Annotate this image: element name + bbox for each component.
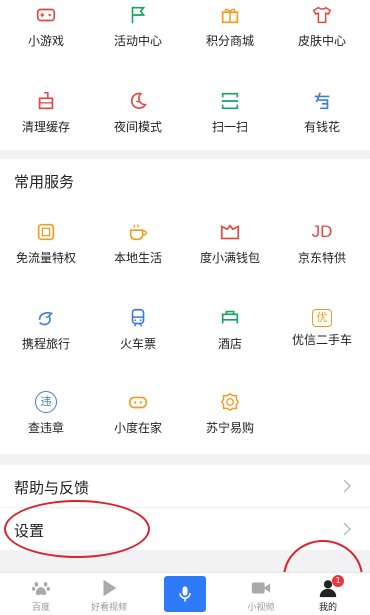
grid-item-skin-center[interactable]: 皮肤中心 bbox=[276, 4, 368, 48]
wallet-icon bbox=[220, 224, 240, 240]
service-check-violation[interactable]: 违 查违章 bbox=[0, 391, 92, 435]
grid-label: 清理缓存 bbox=[21, 120, 70, 134]
services-row-3: 违 查违章 小度在家 苏宁易购 bbox=[0, 391, 370, 461]
grid-label: 皮肤中心 bbox=[297, 34, 346, 48]
help-feedback-label: 帮助与反馈 bbox=[14, 479, 90, 497]
violation-icon: 违 bbox=[35, 391, 57, 413]
service-youxin-used-car[interactable]: 优 优信二手车 bbox=[276, 307, 368, 347]
data-card-icon bbox=[37, 223, 55, 241]
car-icon: 优 bbox=[312, 309, 332, 327]
broom-icon bbox=[38, 92, 54, 110]
grid-label: 小游戏 bbox=[27, 34, 64, 48]
service-suning[interactable]: 苏宁易购 bbox=[184, 391, 276, 435]
service-train-ticket[interactable]: 火车票 bbox=[92, 307, 184, 351]
chevron-right-icon bbox=[343, 522, 352, 536]
grid-row-2: 清理缓存 夜间模式 扫一扫 有钱花 bbox=[0, 90, 370, 160]
tab-baidu[interactable]: 百度 bbox=[4, 573, 78, 615]
service-label: 小度在家 bbox=[113, 421, 162, 435]
coffee-icon bbox=[129, 224, 147, 241]
tab-haokan-video[interactable]: 好看视频 bbox=[72, 573, 146, 615]
tab-label: 我的 bbox=[318, 603, 337, 613]
grid-label: 扫一扫 bbox=[211, 120, 248, 134]
service-ctrip[interactable]: 携程旅行 bbox=[0, 307, 92, 351]
tshirt-icon bbox=[312, 6, 332, 24]
services-row-2: 携程旅行 火车票 酒店 优 优信二手车 bbox=[0, 307, 370, 377]
tab-small-video[interactable]: 小视频 bbox=[224, 573, 298, 615]
tab-label: 百度 bbox=[31, 603, 50, 613]
grid-row-1: 小游戏 活动中心 积分商城 皮肤中心 bbox=[0, 4, 370, 74]
grid-item-activity-center[interactable]: 活动中心 bbox=[92, 4, 184, 48]
grid-item-points-mall[interactable]: 积分商城 bbox=[184, 4, 276, 48]
dolphin-icon bbox=[38, 312, 54, 326]
service-label: 本地生活 bbox=[113, 251, 162, 265]
section-title: 常用服务 bbox=[14, 173, 75, 191]
chevron-right-icon bbox=[343, 479, 352, 493]
service-xiaodu-home[interactable]: 小度在家 bbox=[92, 391, 184, 435]
service-label: 度小满钱包 bbox=[199, 251, 260, 265]
grid-label: 活动中心 bbox=[113, 34, 162, 48]
voice-search-button[interactable] bbox=[164, 576, 206, 612]
service-jd-special[interactable]: JD 京东特供 bbox=[276, 221, 368, 265]
video-camera-icon bbox=[251, 582, 271, 594]
gift-icon bbox=[221, 8, 239, 24]
service-duxiaoman-wallet[interactable]: 度小满钱包 bbox=[184, 221, 276, 265]
service-label: 火车票 bbox=[119, 337, 156, 351]
robot-icon bbox=[128, 396, 148, 409]
top-grid-panel: 小游戏 活动中心 积分商城 皮肤中心 清理缓存 夜间模式 扫一扫 有钱花 bbox=[0, 0, 370, 150]
service-free-data[interactable]: 免流量特权 bbox=[0, 221, 92, 265]
service-local-life[interactable]: 本地生活 bbox=[92, 221, 184, 265]
moon-icon bbox=[130, 92, 147, 109]
notification-badge: 1 bbox=[332, 575, 344, 587]
grid-item-youqianhua[interactable]: 有钱花 bbox=[276, 90, 368, 134]
scan-icon bbox=[221, 92, 239, 110]
play-icon bbox=[103, 579, 117, 597]
train-icon bbox=[131, 308, 145, 327]
service-label: 苏宁易购 bbox=[205, 421, 254, 435]
services-row-1: 免流量特权 本地生活 度小满钱包 JD 京东特供 bbox=[0, 221, 370, 291]
settings-label: 设置 bbox=[14, 522, 45, 540]
service-label: 优信二手车 bbox=[291, 333, 352, 347]
tab-mine[interactable]: 我的 bbox=[291, 573, 365, 615]
bed-icon bbox=[221, 310, 239, 324]
jd-icon: JD bbox=[311, 222, 333, 241]
service-label: 免流量特权 bbox=[15, 251, 76, 265]
service-label: 查违章 bbox=[27, 421, 64, 435]
service-hotel[interactable]: 酒店 bbox=[184, 307, 276, 351]
service-label: 京东特供 bbox=[297, 251, 346, 265]
tab-label: 小视频 bbox=[247, 603, 275, 613]
tab-label: 好看视频 bbox=[90, 603, 127, 613]
grid-item-scan[interactable]: 扫一扫 bbox=[184, 90, 276, 134]
service-label: 酒店 bbox=[217, 337, 242, 351]
money-icon bbox=[314, 92, 330, 110]
grid-item-mini-games[interactable]: 小游戏 bbox=[0, 4, 92, 48]
grid-label: 夜间模式 bbox=[113, 120, 162, 134]
grid-label: 有钱花 bbox=[303, 120, 340, 134]
gamepad-icon bbox=[36, 8, 56, 22]
grid-label: 积分商城 bbox=[205, 34, 254, 48]
help-feedback-row[interactable]: 帮助与反馈 bbox=[0, 465, 370, 507]
paw-icon bbox=[32, 581, 50, 596]
grid-item-clear-cache[interactable]: 清理缓存 bbox=[0, 90, 92, 134]
flag-icon bbox=[131, 6, 146, 24]
microphone-icon bbox=[179, 586, 191, 602]
lion-icon bbox=[220, 392, 240, 412]
settings-row[interactable]: 设置 bbox=[0, 508, 370, 550]
services-panel: 常用服务 免流量特权 本地生活 度小满钱包 JD 京东特供 携程旅行 火车票 酒… bbox=[0, 159, 370, 454]
service-label: 携程旅行 bbox=[21, 337, 70, 351]
grid-item-night-mode[interactable]: 夜间模式 bbox=[92, 90, 184, 134]
